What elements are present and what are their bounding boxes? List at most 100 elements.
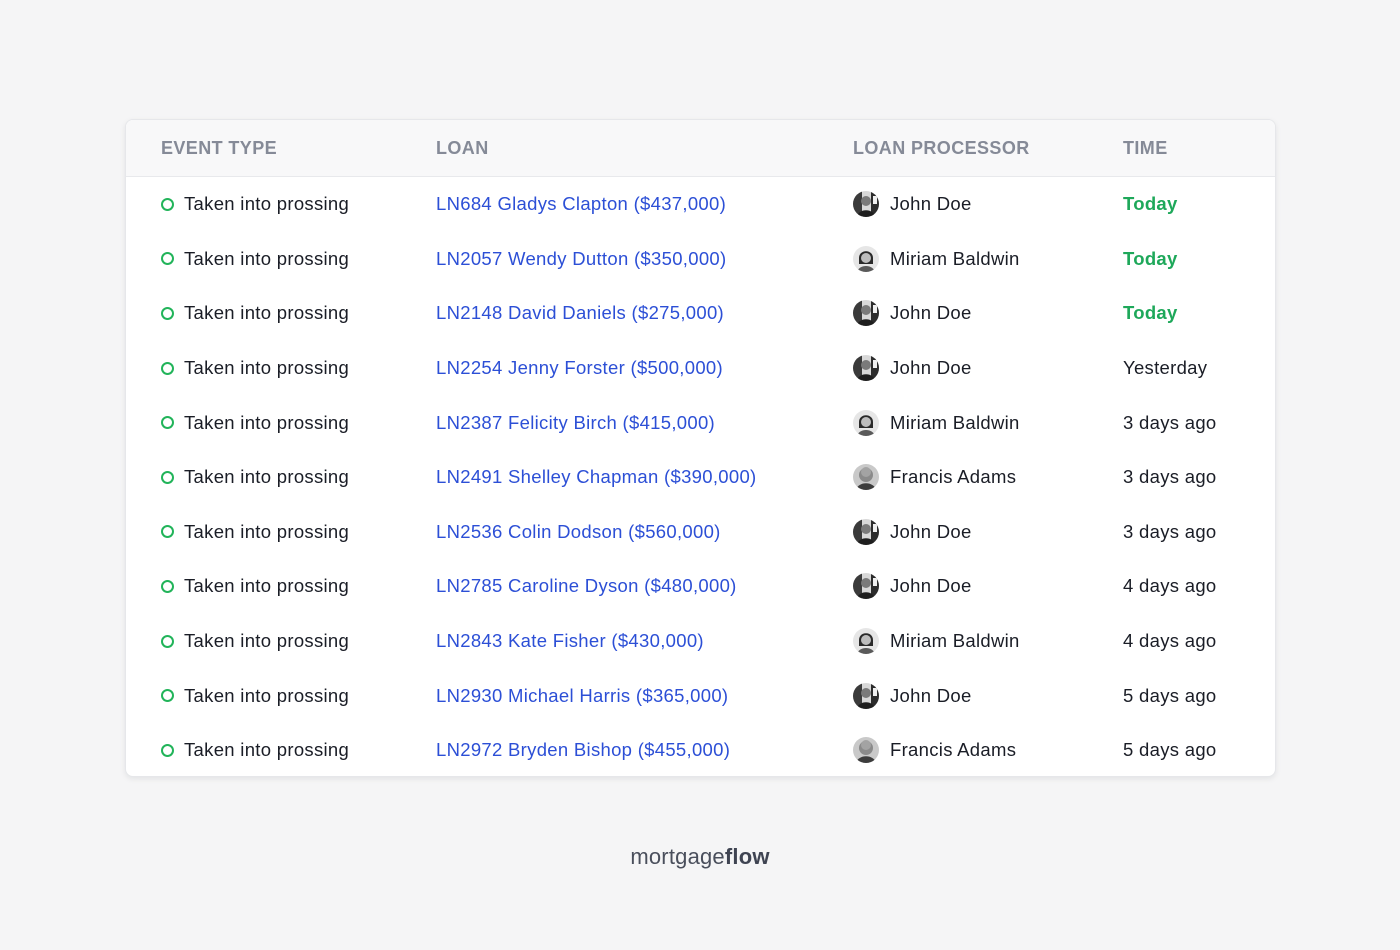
- time-cell: 5 days ago: [1123, 684, 1217, 706]
- status-circle-icon: [161, 743, 174, 757]
- table-row: Taken into prossing LN2387 Felicity Birch…: [126, 395, 1275, 450]
- loan-link[interactable]: LN2930 Michael Harris ($365,000): [436, 685, 728, 707]
- brand-logo: mortgageflow: [0, 844, 1400, 870]
- time-cell: 3 days ago: [1123, 466, 1217, 488]
- event-type-label: Taken into prossing: [184, 411, 350, 433]
- loan-cell: LN2843 Kate Fisher ($430,000): [436, 614, 704, 669]
- table-body: Taken into prossing LN684 Gladys Clapton …: [126, 177, 1275, 776]
- table-header: EVENT TYPE LOAN LOAN PROCESSOR TIME: [126, 120, 1275, 177]
- loan-link[interactable]: LN2491 Shelley Chapman ($390,000): [436, 466, 757, 488]
- loan-cell: LN2972 Bryden Bishop ($455,000): [436, 723, 730, 776]
- loan-cell: LN2387 Felicity Birch ($415,000): [436, 395, 715, 450]
- table-row: Taken into prossing LN2491 Shelley Chapma…: [126, 450, 1275, 505]
- event-type-cell: Taken into prossing: [161, 505, 349, 560]
- event-type-label: Taken into prossing: [184, 302, 350, 324]
- event-type-label: Taken into prossing: [184, 466, 350, 488]
- avatar: [853, 409, 879, 436]
- time-cell: 4 days ago: [1123, 630, 1217, 652]
- avatar: [853, 737, 879, 764]
- processor-name: Miriam Baldwin: [890, 411, 1020, 433]
- table-row: Taken into prossing LN2057 Wendy Dutton (…: [126, 232, 1275, 287]
- loan-processor-cell: Miriam Baldwin: [853, 232, 1020, 287]
- column-header-time[interactable]: TIME: [1123, 120, 1168, 176]
- loan-link[interactable]: LN2057 Wendy Dutton ($350,000): [436, 248, 726, 270]
- loan-processor-cell: John Doe: [853, 286, 972, 341]
- loan-link[interactable]: LN2843 Kate Fisher ($430,000): [436, 630, 704, 652]
- loan-cell: LN2148 David Daniels ($275,000): [436, 286, 724, 341]
- brand-logo-light: mortgage: [630, 844, 725, 869]
- avatar: [853, 245, 879, 272]
- event-type-label: Taken into prossing: [184, 520, 350, 542]
- event-type-label: Taken into prossing: [184, 193, 350, 215]
- loan-processor-cell: John Doe: [853, 505, 972, 560]
- processor-name: Miriam Baldwin: [890, 247, 1020, 269]
- event-type-label: Taken into prossing: [184, 630, 350, 652]
- loan-processor-cell: John Doe: [853, 668, 972, 723]
- column-header-loan[interactable]: LOAN: [436, 120, 489, 176]
- event-type-cell: Taken into prossing: [161, 177, 349, 232]
- loan-link[interactable]: LN684 Gladys Clapton ($437,000): [436, 193, 726, 215]
- loan-processor-cell: Francis Adams: [853, 450, 1016, 505]
- avatar: [853, 355, 879, 382]
- time-cell: Today: [1123, 302, 1178, 324]
- loan-link[interactable]: LN2254 Jenny Forster ($500,000): [436, 357, 723, 379]
- loan-processor-cell: John Doe: [853, 177, 972, 232]
- processor-name: John Doe: [890, 520, 972, 542]
- processor-name: John Doe: [890, 193, 972, 215]
- event-type-cell: Taken into prossing: [161, 559, 349, 614]
- event-type-label: Taken into prossing: [184, 575, 350, 597]
- table-row: Taken into prossing LN684 Gladys Clapton …: [126, 177, 1275, 232]
- status-circle-icon: [161, 361, 174, 375]
- avatar: [853, 573, 879, 600]
- status-circle-icon: [161, 689, 174, 703]
- avatar: [853, 464, 879, 491]
- loan-link[interactable]: LN2972 Bryden Bishop ($455,000): [436, 739, 730, 761]
- table-row: Taken into prossing LN2254 Jenny Forster …: [126, 341, 1275, 396]
- time-cell: Yesterday: [1123, 357, 1208, 379]
- status-circle-icon: [161, 579, 174, 593]
- loan-link[interactable]: LN2536 Colin Dodson ($560,000): [436, 521, 721, 543]
- processor-name: Miriam Baldwin: [890, 630, 1020, 652]
- loan-link[interactable]: LN2785 Caroline Dyson ($480,000): [436, 575, 737, 597]
- avatar: [853, 300, 879, 327]
- event-type-label: Taken into prossing: [184, 247, 350, 269]
- column-header-event-type[interactable]: EVENT TYPE: [161, 120, 277, 176]
- event-type-cell: Taken into prossing: [161, 450, 349, 505]
- processor-name: John Doe: [890, 357, 972, 379]
- processor-name: John Doe: [890, 684, 972, 706]
- table-row: Taken into prossing LN2785 Caroline Dyson…: [126, 559, 1275, 614]
- column-header-loan-processor[interactable]: LOAN PROCESSOR: [853, 120, 1030, 176]
- loan-link[interactable]: LN2148 David Daniels ($275,000): [436, 302, 724, 324]
- table-row: Taken into prossing LN2930 Michael Harris…: [126, 668, 1275, 723]
- loan-cell: LN2930 Michael Harris ($365,000): [436, 668, 728, 723]
- loan-processor-cell: Miriam Baldwin: [853, 395, 1020, 450]
- loan-link[interactable]: LN2387 Felicity Birch ($415,000): [436, 412, 715, 434]
- avatar: [853, 518, 879, 545]
- event-type-cell: Taken into prossing: [161, 395, 349, 450]
- loan-cell: LN2254 Jenny Forster ($500,000): [436, 341, 723, 396]
- loan-cell: LN2785 Caroline Dyson ($480,000): [436, 559, 737, 614]
- table-row: Taken into prossing LN2972 Bryden Bishop …: [126, 723, 1275, 776]
- loan-processor-cell: Miriam Baldwin: [853, 614, 1020, 669]
- loan-cell: LN2536 Colin Dodson ($560,000): [436, 505, 721, 560]
- avatar: [853, 628, 879, 655]
- event-type-cell: Taken into prossing: [161, 286, 349, 341]
- processor-name: Francis Adams: [890, 739, 1017, 761]
- table-row: Taken into prossing LN2843 Kate Fisher ($…: [126, 614, 1275, 669]
- time-cell: 4 days ago: [1123, 575, 1217, 597]
- status-circle-icon: [161, 252, 174, 266]
- event-type-cell: Taken into prossing: [161, 614, 349, 669]
- time-cell: 3 days ago: [1123, 520, 1217, 542]
- time-cell: Today: [1123, 247, 1178, 269]
- status-circle-icon: [161, 197, 174, 211]
- loan-processor-cell: John Doe: [853, 341, 972, 396]
- event-type-cell: Taken into prossing: [161, 668, 349, 723]
- status-circle-icon: [161, 525, 174, 539]
- brand-logo-bold: flow: [724, 844, 770, 869]
- table-row: Taken into prossing LN2536 Colin Dodson (…: [126, 505, 1275, 560]
- loan-processor-cell: John Doe: [853, 559, 972, 614]
- time-cell: 5 days ago: [1123, 739, 1217, 761]
- table-row: Taken into prossing LN2148 David Daniels …: [126, 286, 1275, 341]
- avatar: [853, 682, 879, 709]
- status-circle-icon: [161, 634, 174, 648]
